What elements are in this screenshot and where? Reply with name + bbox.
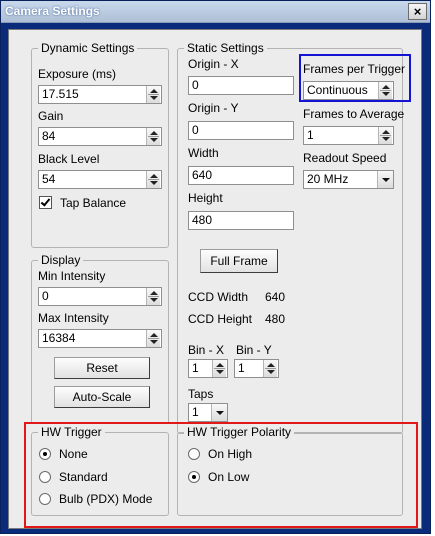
width-value: 640 [192,168,213,182]
spin-down-icon[interactable] [150,96,158,100]
min-intensity-label: Min Intensity [38,269,106,283]
min-intensity-spin-buttons[interactable] [146,288,160,305]
taps-value: 1 [192,405,199,419]
chevron-down-icon [216,411,224,415]
exposure-spinbox[interactable]: 17.515 [38,85,162,104]
max-intensity-spinbox[interactable]: 16384 [38,329,162,348]
title-bar[interactable]: Camera Settings × [1,1,430,23]
height-input[interactable]: 480 [188,211,294,230]
origin-x-input[interactable]: 0 [188,76,294,95]
ccd-width-label: CCD Width [188,290,249,304]
display-group: Display Min Intensity 0 Max Intensity 16… [31,253,169,424]
exposure-value: 17.515 [42,87,79,101]
min-intensity-spinbox[interactable]: 0 [38,287,162,306]
spin-down-icon[interactable] [150,181,158,185]
max-intensity-value: 16384 [42,331,76,345]
static-settings-group: Static Settings Origin - X 0 Origin - Y … [177,41,405,434]
readout-speed-label: Readout Speed [303,151,387,165]
frames-to-average-spin-buttons[interactable] [378,127,392,144]
taps-select[interactable]: 1 [188,403,228,422]
height-value: 480 [192,213,213,227]
spin-up-icon[interactable] [150,131,158,135]
dynamic-settings-legend: Dynamic Settings [38,41,138,55]
camera-settings-window: Camera Settings × Dynamic Settings Expos… [0,0,431,534]
spin-down-icon[interactable] [150,340,158,344]
bin-y-spin-buttons[interactable] [263,360,277,377]
exposure-label: Exposure (ms) [38,67,117,81]
frames-to-average-label: Frames to Average [303,107,405,121]
bin-x-value: 1 [192,361,199,375]
dynamic-settings-group: Dynamic Settings Exposure (ms) 17.515 Ga… [31,41,169,248]
spin-down-icon[interactable] [150,138,158,142]
reset-button[interactable]: Reset [54,357,150,379]
full-frame-button[interactable]: Full Frame [200,249,278,273]
spin-down-icon[interactable] [382,137,390,141]
readout-speed-dropdown-button[interactable] [377,171,393,188]
black-level-label: Black Level [38,152,100,166]
width-input[interactable]: 640 [188,166,294,185]
bin-x-label: Bin - X [188,343,225,357]
gain-spinbox[interactable]: 84 [38,127,162,146]
window-title: Camera Settings [5,4,100,18]
origin-y-value: 0 [192,123,199,137]
close-button[interactable]: × [408,3,427,20]
readout-speed-select[interactable]: 20 MHz [303,170,394,189]
dialog-client-area: Dynamic Settings Exposure (ms) 17.515 Ga… [8,29,422,529]
taps-dropdown-button[interactable] [211,404,227,421]
tap-balance-label[interactable]: Tap Balance [60,196,126,210]
readout-speed-value: 20 MHz [307,172,349,186]
origin-x-value: 0 [192,78,199,92]
frames-per-trigger-highlight [299,54,411,102]
max-intensity-label: Max Intensity [38,311,109,325]
gain-label: Gain [38,109,64,123]
spin-up-icon[interactable] [150,291,158,295]
frames-to-average-value: 1 [307,128,314,142]
auto-scale-button[interactable]: Auto-Scale [54,386,150,408]
spin-up-icon[interactable] [150,174,158,178]
width-label: Width [188,146,219,160]
ccd-height-label: CCD Height [188,312,253,326]
spin-up-icon[interactable] [267,363,275,367]
display-legend: Display [38,253,84,267]
spin-down-icon[interactable] [150,298,158,302]
black-level-spin-buttons[interactable] [146,171,160,188]
chevron-down-icon [382,178,390,182]
spin-down-icon[interactable] [216,370,224,374]
ccd-width-value: 640 [265,290,286,304]
gain-value: 84 [42,129,56,143]
exposure-spin-buttons[interactable] [146,86,160,103]
checkmark-icon [40,196,51,207]
tap-balance-checkbox[interactable] [39,196,52,209]
static-settings-legend: Static Settings [184,41,267,55]
origin-y-label: Origin - Y [188,101,239,115]
spin-up-icon[interactable] [216,363,224,367]
taps-label: Taps [188,387,214,401]
spin-up-icon[interactable] [382,130,390,134]
frames-to-average-spinbox[interactable]: 1 [303,126,394,145]
spin-up-icon[interactable] [150,89,158,93]
bin-x-spinbox[interactable]: 1 [188,359,228,378]
origin-y-input[interactable]: 0 [188,121,294,140]
black-level-value: 54 [42,172,56,186]
origin-x-label: Origin - X [188,57,239,71]
max-intensity-spin-buttons[interactable] [146,330,160,347]
gain-spin-buttons[interactable] [146,128,160,145]
bin-y-value: 1 [238,361,245,375]
black-level-spinbox[interactable]: 54 [38,170,162,189]
hw-trigger-highlight [24,422,418,528]
bin-x-spin-buttons[interactable] [212,360,226,377]
height-label: Height [188,191,223,205]
spin-up-icon[interactable] [150,333,158,337]
ccd-height-value: 480 [265,312,286,326]
bin-y-label: Bin - Y [236,343,272,357]
spin-down-icon[interactable] [267,370,275,374]
bin-y-spinbox[interactable]: 1 [234,359,279,378]
min-intensity-value: 0 [42,289,49,303]
